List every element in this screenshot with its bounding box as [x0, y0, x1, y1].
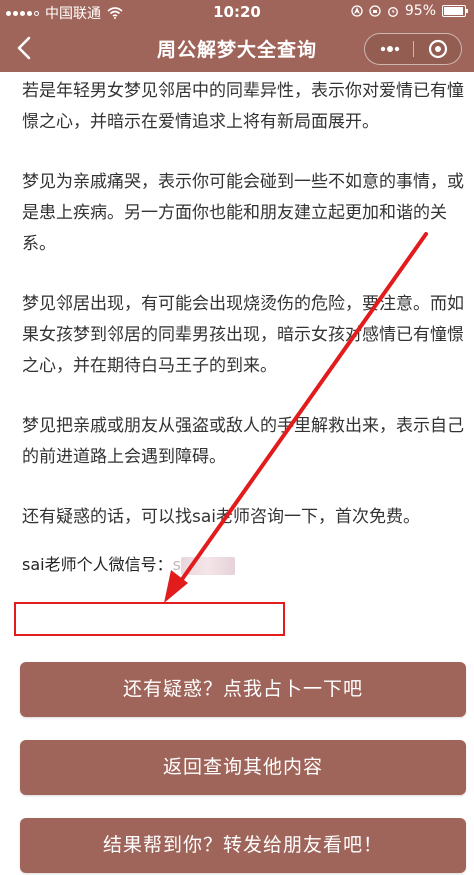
paragraph: 若是年轻男女梦见邻居中的同辈异性，表示你对爱情已有憧憬之心，并暗示在爱情追求上将…: [22, 81, 464, 132]
interpretation-content: 若是年轻男女梦见邻居中的同辈异性，表示你对爱情已有憧憬之心，并暗示在爱情追求上将…: [22, 76, 468, 576]
wechat-id-prefix: s: [172, 555, 181, 574]
location-icon: [351, 5, 363, 17]
paragraph: 梦见邻居出现，有可能会出现烧烫伤的危险，要注意。而如果女孩梦到邻居的同辈男孩出现…: [22, 294, 464, 376]
paragraph: 梦见为亲戚痛哭，表示你可能会碰到一些不如意的事情，或是患上疾病。另一方面你也能和…: [22, 172, 464, 254]
nav-bar: 周公解梦大全查询: [0, 24, 474, 72]
alarm-icon: [387, 7, 398, 17]
close-miniprogram-icon[interactable]: [423, 34, 453, 64]
paragraph: 梦见把亲戚或朋友从强盗或敌人的手里解救出来，表示自己的前进道路上会遇到障碍。: [22, 416, 464, 467]
lock-rotation-icon: [369, 5, 381, 17]
capsule-divider: [413, 41, 414, 57]
more-dots-icon[interactable]: [375, 34, 405, 64]
status-right: 95%: [351, 3, 468, 19]
battery-percent: 95%: [404, 3, 436, 19]
status-bar: 中国联通 10:20 95%: [0, 0, 474, 24]
annotation-highlight-box: [14, 602, 285, 636]
divine-button[interactable]: 还有疑惑？点我占卜一下吧: [20, 662, 466, 717]
back-to-query-button[interactable]: 返回查询其他内容: [20, 740, 466, 795]
miniprogram-capsule: [364, 33, 462, 65]
wechat-contact-line: sai老师个人微信号：s: [22, 554, 468, 576]
share-button[interactable]: 结果帮到你？转发给朋友看吧！: [20, 818, 466, 873]
blurred-wechat-id: [180, 556, 235, 575]
battery-icon: [442, 5, 468, 17]
wechat-label: sai老师个人微信号：: [22, 555, 173, 574]
paragraph: 还有疑惑的话，可以找sai老师咨询一下，首次免费。: [22, 507, 420, 527]
